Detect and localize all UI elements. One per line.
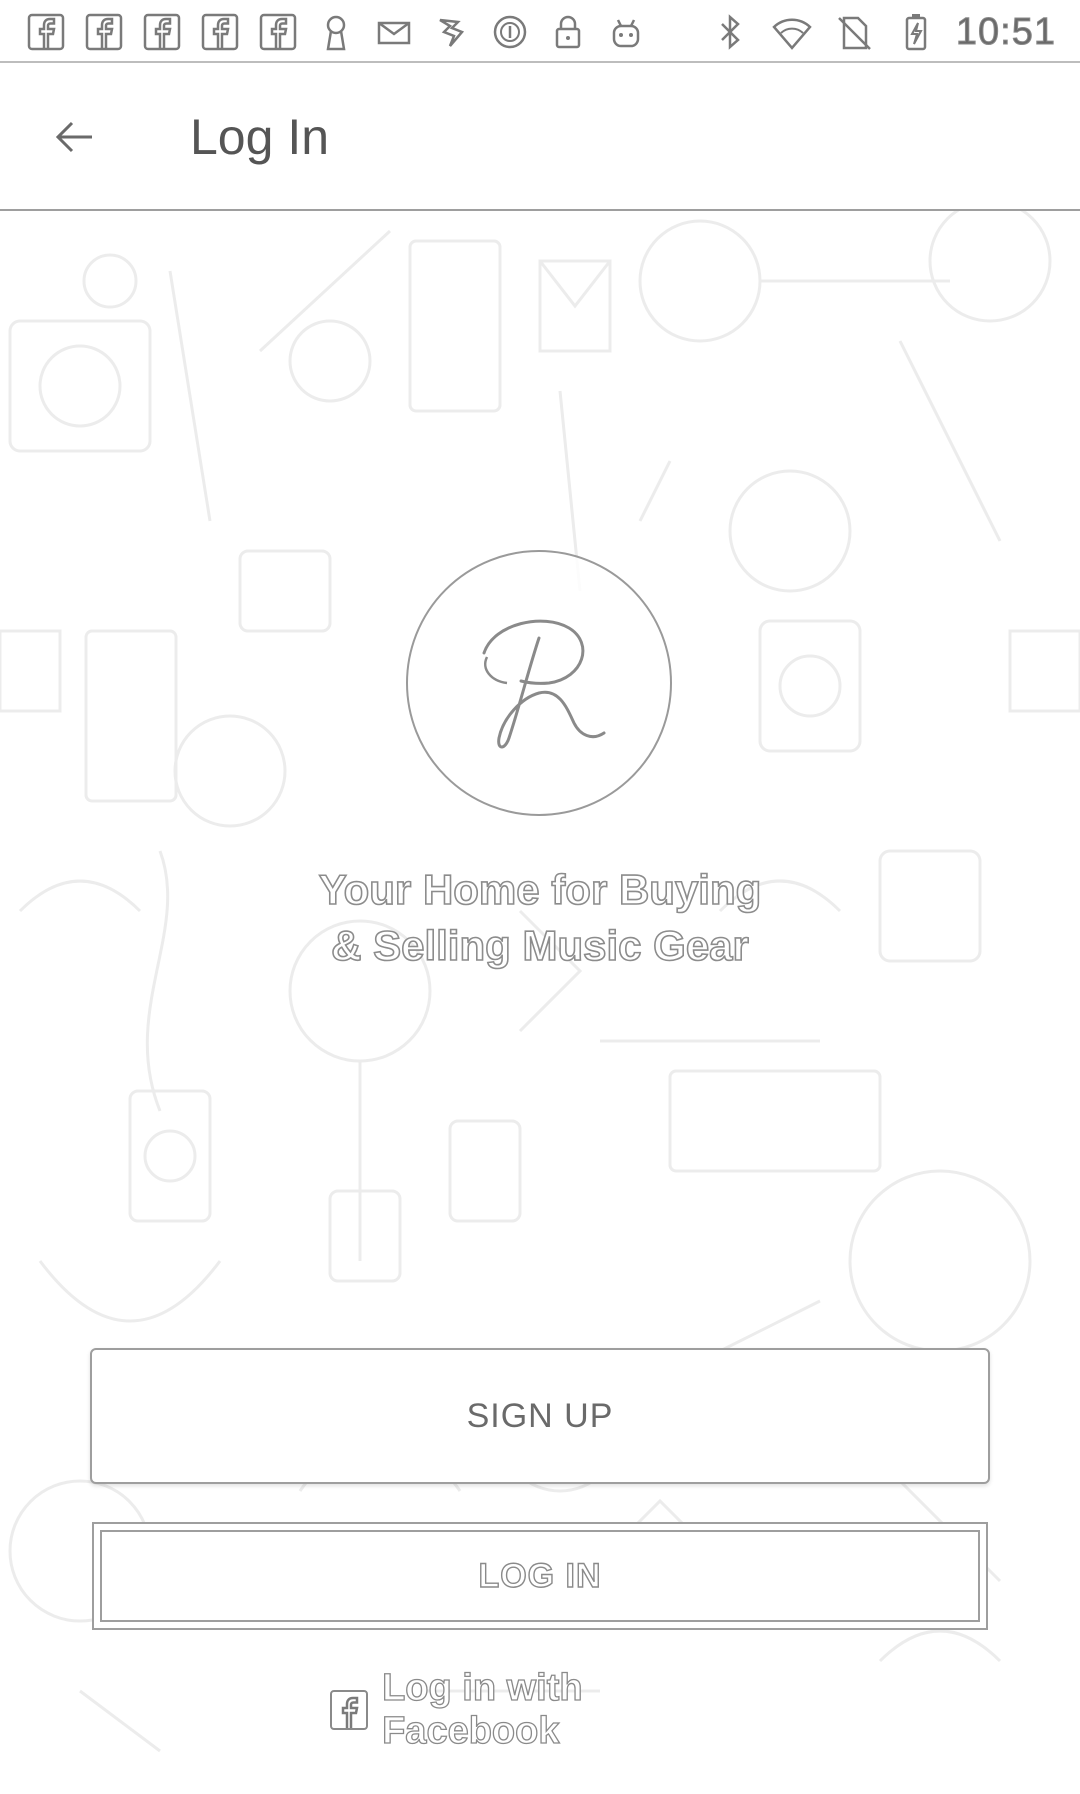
- bluetooth-icon: [708, 10, 752, 54]
- arrow-left-icon: [55, 121, 92, 153]
- facebook-icon: [24, 10, 68, 54]
- circle-one-icon: [488, 10, 532, 54]
- lock-icon: [546, 10, 590, 54]
- battery-charging-icon: [894, 10, 938, 54]
- wifi-icon: [770, 10, 814, 54]
- facebook-icon: [256, 10, 300, 54]
- system-icons: 10:51: [708, 10, 1056, 54]
- keyhole-icon: [314, 10, 358, 54]
- no-sim-icon: [832, 10, 876, 54]
- fm-app-icon: [430, 10, 474, 54]
- login-screen: 10:51 Log In Your Home for Buying & Sell…: [0, 0, 1080, 1794]
- facebook-icon: [198, 10, 242, 54]
- tagline-line-2: & Selling Music Gear: [330, 921, 749, 970]
- facebook-icon: [82, 10, 126, 54]
- app-bar: Log In: [0, 63, 1080, 211]
- logo-letter-r: [482, 619, 606, 749]
- sign-up-button[interactable]: SIGN UP: [90, 1348, 990, 1484]
- facebook-login-link[interactable]: Log in with Facebook: [330, 1666, 750, 1753]
- status-bar: 10:51: [0, 0, 1080, 63]
- mail-icon: [372, 10, 416, 54]
- page-title: Log In: [190, 109, 330, 165]
- status-time: 10:51: [955, 10, 1056, 53]
- log-in-label: LOG IN: [478, 1556, 602, 1595]
- facebook-icon: [330, 1690, 369, 1730]
- android-icon: [604, 10, 648, 54]
- log-in-button[interactable]: LOG IN: [92, 1522, 988, 1630]
- facebook-icon: [140, 10, 184, 54]
- tagline: Your Home for Buying & Selling Music Gea…: [240, 862, 840, 974]
- facebook-login-label: Log in with Facebook: [381, 1666, 583, 1752]
- back-button[interactable]: [36, 99, 112, 175]
- notification-icons: [24, 10, 648, 54]
- reverb-logo: [406, 550, 672, 816]
- tagline-line-1: Your Home for Buying: [318, 865, 762, 914]
